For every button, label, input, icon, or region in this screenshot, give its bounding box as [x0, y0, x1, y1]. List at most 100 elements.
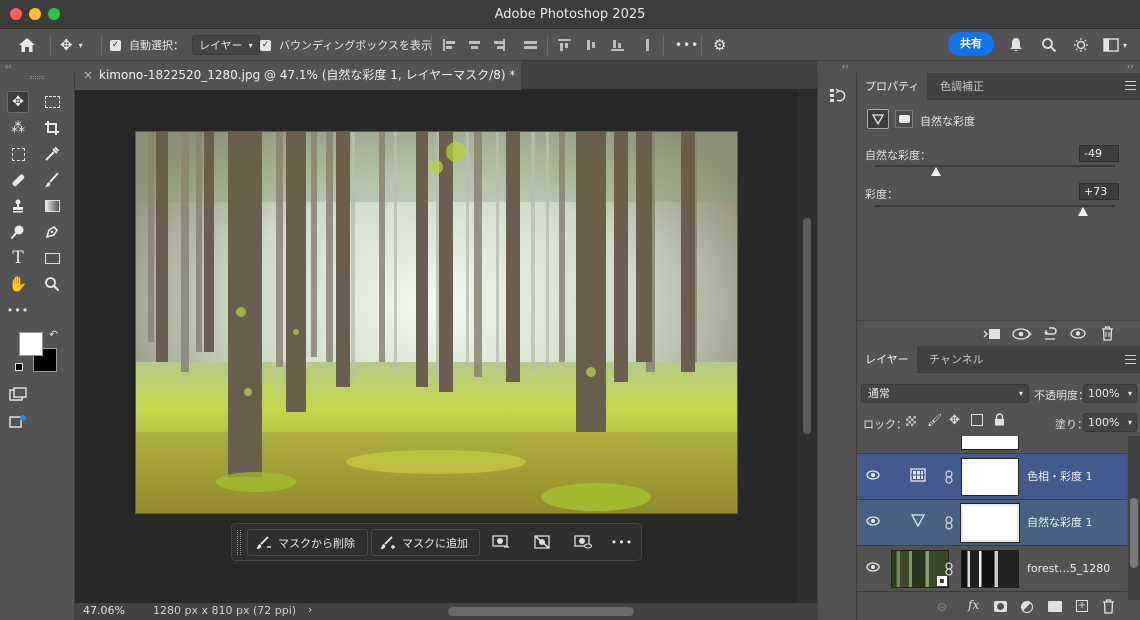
type-tool-icon[interactable]: T: [7, 247, 29, 269]
layer-list[interactable]: 👁 ▦ 🔗 テクスチャ… 色相・彩度 1: [857, 436, 1127, 596]
distribute-vertical-icon[interactable]: [641, 39, 654, 51]
taskbar-more-button[interactable]: •••: [611, 532, 632, 552]
gradient-tool-icon[interactable]: [41, 195, 63, 217]
crop-tool-icon[interactable]: [41, 117, 63, 139]
add-to-mask-button[interactable]: マスクに追加: [371, 529, 480, 556]
zoom-level[interactable]: 47.06%: [83, 604, 125, 617]
mask-options-icon[interactable]: [491, 532, 511, 552]
collapse-toolbar-icon[interactable]: ‹‹: [5, 62, 11, 71]
auto-select-dropdown[interactable]: レイヤー ▾: [192, 35, 260, 55]
search-icon[interactable]: [1041, 29, 1057, 61]
new-group-folder-icon[interactable]: [1048, 601, 1062, 612]
frame-tool-icon[interactable]: [7, 143, 29, 165]
screen-mode-icon[interactable]: [7, 411, 29, 433]
subtract-from-mask-button[interactable]: マスクから削除: [247, 529, 368, 556]
layer-row[interactable]: 自然な彩度 1: [857, 500, 1127, 546]
vibrance-value-input[interactable]: -49: [1079, 145, 1119, 162]
mask-properties-icon[interactable]: [895, 110, 913, 128]
fx-icon[interactable]: fx: [968, 598, 979, 612]
tab-adjustments[interactable]: 色調補正: [932, 73, 992, 100]
auto-select-checkbox[interactable]: ✓: [110, 39, 121, 51]
tab-properties[interactable]: プロパティ: [857, 73, 928, 100]
layer-name[interactable]: forest…5_1280: [1027, 546, 1110, 592]
history-panel-icon[interactable]: [829, 87, 847, 108]
layers-scroll-thumb[interactable]: [1130, 498, 1138, 568]
delete-icon[interactable]: [1101, 326, 1114, 344]
lock-artboard-icon[interactable]: [971, 414, 983, 426]
layer-name[interactable]: 色相・彩度 1: [1027, 454, 1093, 500]
link-icon[interactable]: 🔗: [945, 436, 959, 437]
blend-mode-dropdown[interactable]: 通常 ▾: [861, 384, 1029, 403]
close-window-button[interactable]: [10, 8, 22, 20]
visibility-eye-icon[interactable]: 👁: [865, 436, 881, 439]
forest-image[interactable]: [135, 131, 738, 514]
expand-panels-icon[interactable]: ››: [1127, 62, 1133, 71]
layer-mask-thumbnail[interactable]: [961, 550, 1019, 588]
brush-tool-icon[interactable]: [41, 169, 63, 191]
default-colors-icon[interactable]: [15, 363, 23, 371]
stamp-tool-icon[interactable]: [7, 195, 29, 217]
lock-position-icon[interactable]: ✥: [949, 413, 960, 428]
bounding-box-checkbox[interactable]: ✓: [260, 39, 271, 51]
link-icon[interactable]: [945, 470, 953, 487]
view-mask-icon[interactable]: [573, 532, 593, 552]
marquee-tool-icon[interactable]: [41, 91, 63, 113]
visibility-eye-icon[interactable]: [865, 561, 881, 577]
taskbar-grip[interactable]: [237, 530, 241, 555]
layer-mask-thumbnail[interactable]: [961, 458, 1019, 496]
link-layers-icon[interactable]: ⊝: [937, 600, 947, 614]
layer-row[interactable]: 👁 ▦ 🔗 テクスチャ…: [857, 436, 1127, 454]
visibility-eye-icon[interactable]: [865, 515, 881, 531]
align-center-icon[interactable]: [468, 39, 481, 51]
fill-input[interactable]: 100% ▾: [1083, 413, 1137, 432]
dodge-tool-icon[interactable]: [7, 221, 29, 243]
eyedropper-tool-icon[interactable]: [41, 143, 63, 165]
new-layer-icon[interactable]: +: [1076, 600, 1088, 612]
hand-tool-icon[interactable]: ✋: [7, 273, 29, 295]
collapse-panels-icon[interactable]: ‹‹: [842, 62, 848, 71]
saturation-slider-thumb[interactable]: [1077, 207, 1088, 216]
quick-select-tool-icon[interactable]: ⁂: [7, 117, 29, 139]
rectangle-tool-icon[interactable]: [41, 247, 63, 269]
close-tab-icon[interactable]: ×: [83, 61, 93, 90]
reset-icon[interactable]: [1043, 326, 1057, 344]
zoom-tool-icon[interactable]: [41, 273, 63, 295]
layer-mask-thumbnail[interactable]: [961, 436, 1019, 450]
swap-colors-icon[interactable]: ↶: [49, 328, 58, 341]
vibrance-slider-track[interactable]: [875, 165, 1115, 167]
vibrance-adjustment-icon[interactable]: [867, 109, 889, 129]
layer-name[interactable]: テクスチャ…: [1027, 436, 1093, 454]
align-left-icon[interactable]: [443, 39, 456, 51]
home-button[interactable]: [18, 29, 36, 61]
distribute-icon[interactable]: [523, 39, 537, 51]
align-top-icon[interactable]: [558, 39, 571, 51]
lock-transparent-icon[interactable]: [906, 416, 916, 426]
tab-channels[interactable]: チャンネル: [921, 346, 992, 373]
edit-toolbar-icon[interactable]: •••: [7, 299, 29, 321]
status-menu-arrow[interactable]: ›: [308, 603, 312, 616]
workspace-button[interactable]: ▾: [1103, 29, 1127, 61]
layer-row[interactable]: 色相・彩度 1: [857, 454, 1127, 500]
document-tab[interactable]: × kimono-1822520_1280.jpg @ 47.1% (自然な彩度…: [75, 61, 521, 90]
align-bottom-icon[interactable]: [611, 39, 624, 51]
link-icon[interactable]: [945, 516, 953, 533]
align-right-icon[interactable]: [492, 39, 505, 51]
link-icon[interactable]: [945, 562, 953, 579]
visibility-eye-icon[interactable]: [1070, 328, 1086, 342]
healing-brush-tool-icon[interactable]: [7, 169, 29, 191]
move-tool-preset[interactable]: ✥ ▾: [60, 29, 83, 61]
zoom-window-button[interactable]: [48, 8, 60, 20]
view-previous-state-icon[interactable]: [1012, 327, 1032, 344]
clip-to-layer-icon[interactable]: [983, 327, 1001, 344]
quick-mask-icon[interactable]: [7, 383, 29, 405]
layer-name[interactable]: 自然な彩度 1: [1027, 500, 1093, 546]
panel-menu-icon[interactable]: [1125, 81, 1136, 90]
align-middle-icon[interactable]: [585, 39, 598, 51]
add-mask-icon[interactable]: [994, 601, 1007, 612]
opacity-input[interactable]: 100% ▾: [1083, 384, 1137, 403]
more-options-button[interactable]: •••: [675, 29, 699, 61]
disable-mask-icon[interactable]: [532, 532, 552, 552]
minimize-window-button[interactable]: [29, 8, 41, 20]
lightbulb-icon[interactable]: [1073, 29, 1089, 61]
layer-row[interactable]: ▪ forest…5_1280: [857, 546, 1127, 592]
